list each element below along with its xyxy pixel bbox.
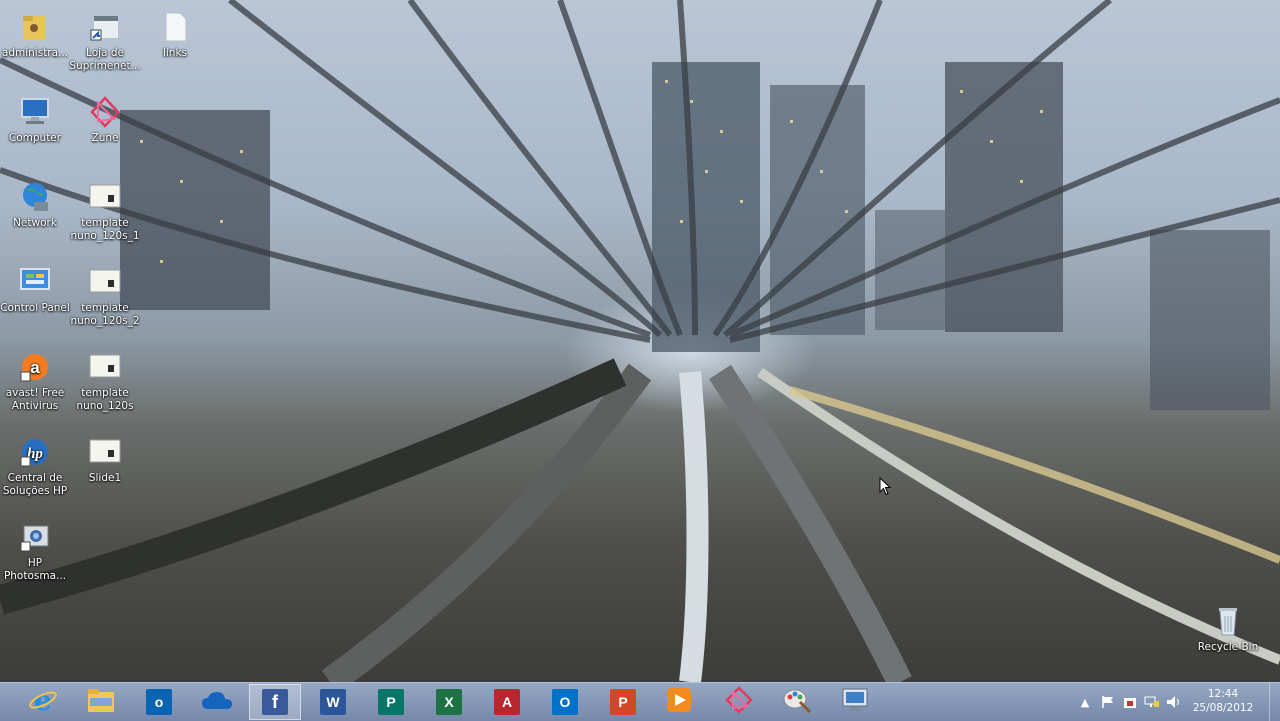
desktop-icon-avast[interactable]: a avast! Free Antivirus: [0, 350, 73, 413]
security-icon: [1124, 698, 1136, 708]
icon-label: HP Photosma...: [3, 557, 67, 582]
icon-label: template nuno_120s: [76, 387, 134, 412]
slide-file-icon: [88, 265, 122, 299]
desktop-icon-loja-de-suprimentos[interactable]: Loja de Suprimenet...: [67, 10, 143, 73]
icon-label: links: [162, 47, 188, 59]
facebook-icon: f: [262, 689, 288, 715]
taskbar-access[interactable]: A: [481, 684, 533, 720]
hp-photosmart-icon: [18, 520, 52, 554]
taskbar-powerpoint[interactable]: P: [597, 684, 649, 720]
control-panel-icon: [18, 265, 52, 299]
desktop-icon-hp-photosmart[interactable]: HP Photosma...: [0, 520, 73, 583]
blank-file-icon: [158, 10, 192, 44]
taskbar-word[interactable]: W: [307, 684, 359, 720]
network-globe-icon: [18, 180, 52, 214]
avast-icon: a: [18, 350, 52, 384]
volume-icon: [1167, 696, 1179, 708]
tray-volume[interactable]: [1164, 683, 1184, 721]
icon-label: avast! Free Antivirus: [5, 387, 65, 412]
recycle-bin-icon: [1211, 604, 1245, 638]
taskbar-remote-desktop[interactable]: [829, 684, 881, 720]
excel-icon: X: [436, 689, 462, 715]
tray-network[interactable]: [1142, 683, 1162, 721]
icon-label: Recycle Bin: [1197, 641, 1259, 653]
hp-icon: hp: [18, 435, 52, 469]
icon-label: Computer: [8, 132, 62, 144]
desktop-icon-control-panel[interactable]: Control Panel: [0, 265, 73, 315]
taskbar-excel[interactable]: X: [423, 684, 475, 720]
publisher-icon: P: [378, 689, 404, 715]
cloud-icon: [201, 689, 233, 715]
clock-date: 25/08/2012: [1192, 702, 1254, 714]
icon-label: template nuno_120s_2: [70, 302, 140, 327]
desktop-icon-recycle-bin[interactable]: Recycle Bin: [1190, 604, 1266, 654]
desktop-icon-zune[interactable]: Zune: [67, 95, 143, 145]
internet-explorer-icon: e: [28, 684, 58, 719]
mouse-cursor-icon: [879, 477, 892, 496]
tray-security[interactable]: [1120, 683, 1140, 721]
taskbar-publisher[interactable]: P: [365, 684, 417, 720]
desktop-icon-slide1[interactable]: Slide1: [67, 435, 143, 485]
svg-text:a: a: [30, 358, 40, 377]
user-folder-icon: [18, 10, 52, 44]
zune-icon: [725, 686, 753, 718]
paint-icon: [782, 686, 812, 718]
desktop-icon-network[interactable]: Network: [0, 180, 73, 230]
icon-label: administra...: [1, 47, 69, 59]
powerpoint-icon: P: [610, 689, 636, 715]
taskbar-media-player[interactable]: [653, 684, 705, 720]
icon-label: Zune: [91, 132, 119, 144]
tray-action-center[interactable]: [1098, 683, 1118, 721]
tray-show-hidden-button[interactable]: ▲: [1076, 683, 1094, 721]
desktop-icon-template-nuno-120s-1[interactable]: template nuno_120s_1: [67, 180, 143, 243]
outlook-icon: o: [146, 689, 172, 715]
play-icon: [665, 686, 693, 718]
wallpaper-graphic: [0, 0, 1280, 682]
flag-icon: [1102, 696, 1113, 708]
chevron-up-icon: ▲: [1080, 695, 1090, 709]
desktop-icon-template-nuno-120s[interactable]: template nuno_120s: [67, 350, 143, 413]
taskbar: e o f W P X A O P ▲ 12:44 25/08/2012: [0, 682, 1280, 721]
desktop-icon-administra[interactable]: administra...: [0, 10, 73, 60]
svg-text:e: e: [34, 685, 52, 715]
zune-icon: [88, 95, 122, 129]
icon-label: Slide1: [88, 472, 122, 484]
access-icon: A: [494, 689, 520, 715]
clock-time: 12:44: [1207, 688, 1239, 700]
slide-file-icon: [88, 435, 122, 469]
store-shortcut-icon: [88, 10, 122, 44]
icon-label: Central de Soluções HP: [2, 472, 68, 497]
show-desktop-button[interactable]: [1269, 683, 1280, 721]
icon-label: template nuno_120s_1: [70, 217, 140, 242]
folder-icon: [86, 686, 116, 718]
taskbar-paint[interactable]: [771, 684, 823, 720]
taskbar-facebook[interactable]: f: [249, 684, 301, 720]
slide-file-icon: [88, 350, 122, 384]
taskbar-internet-explorer[interactable]: e: [17, 684, 69, 720]
taskbar-clock[interactable]: 12:44 25/08/2012: [1188, 687, 1258, 715]
computer-icon: [18, 95, 52, 129]
desktop-icon-central-de-solucoes-hp[interactable]: hp Central de Soluções HP: [0, 435, 73, 498]
taskbar-zune[interactable]: [713, 684, 765, 720]
desktop-icon-computer[interactable]: Computer: [0, 95, 73, 145]
word-icon: W: [320, 689, 346, 715]
icon-label: Network: [13, 217, 57, 229]
desktop-icon-template-nuno-120s-2[interactable]: template nuno_120s_2: [67, 265, 143, 328]
taskbar-outlook[interactable]: o: [133, 684, 185, 720]
desktop-wallpaper: [0, 0, 1280, 682]
taskbar-skydrive[interactable]: [191, 684, 243, 720]
remote-desktop-icon: [840, 686, 870, 718]
outlook-icon: O: [552, 689, 578, 715]
desktop-icon-links[interactable]: links: [137, 10, 213, 60]
icon-label: Control Panel: [0, 302, 70, 314]
taskbar-outlook-2[interactable]: O: [539, 684, 591, 720]
taskbar-file-explorer[interactable]: [75, 684, 127, 720]
slide-file-icon: [88, 180, 122, 214]
icon-label: Loja de Suprimenet...: [69, 47, 141, 72]
network-icon: [1144, 696, 1159, 707]
